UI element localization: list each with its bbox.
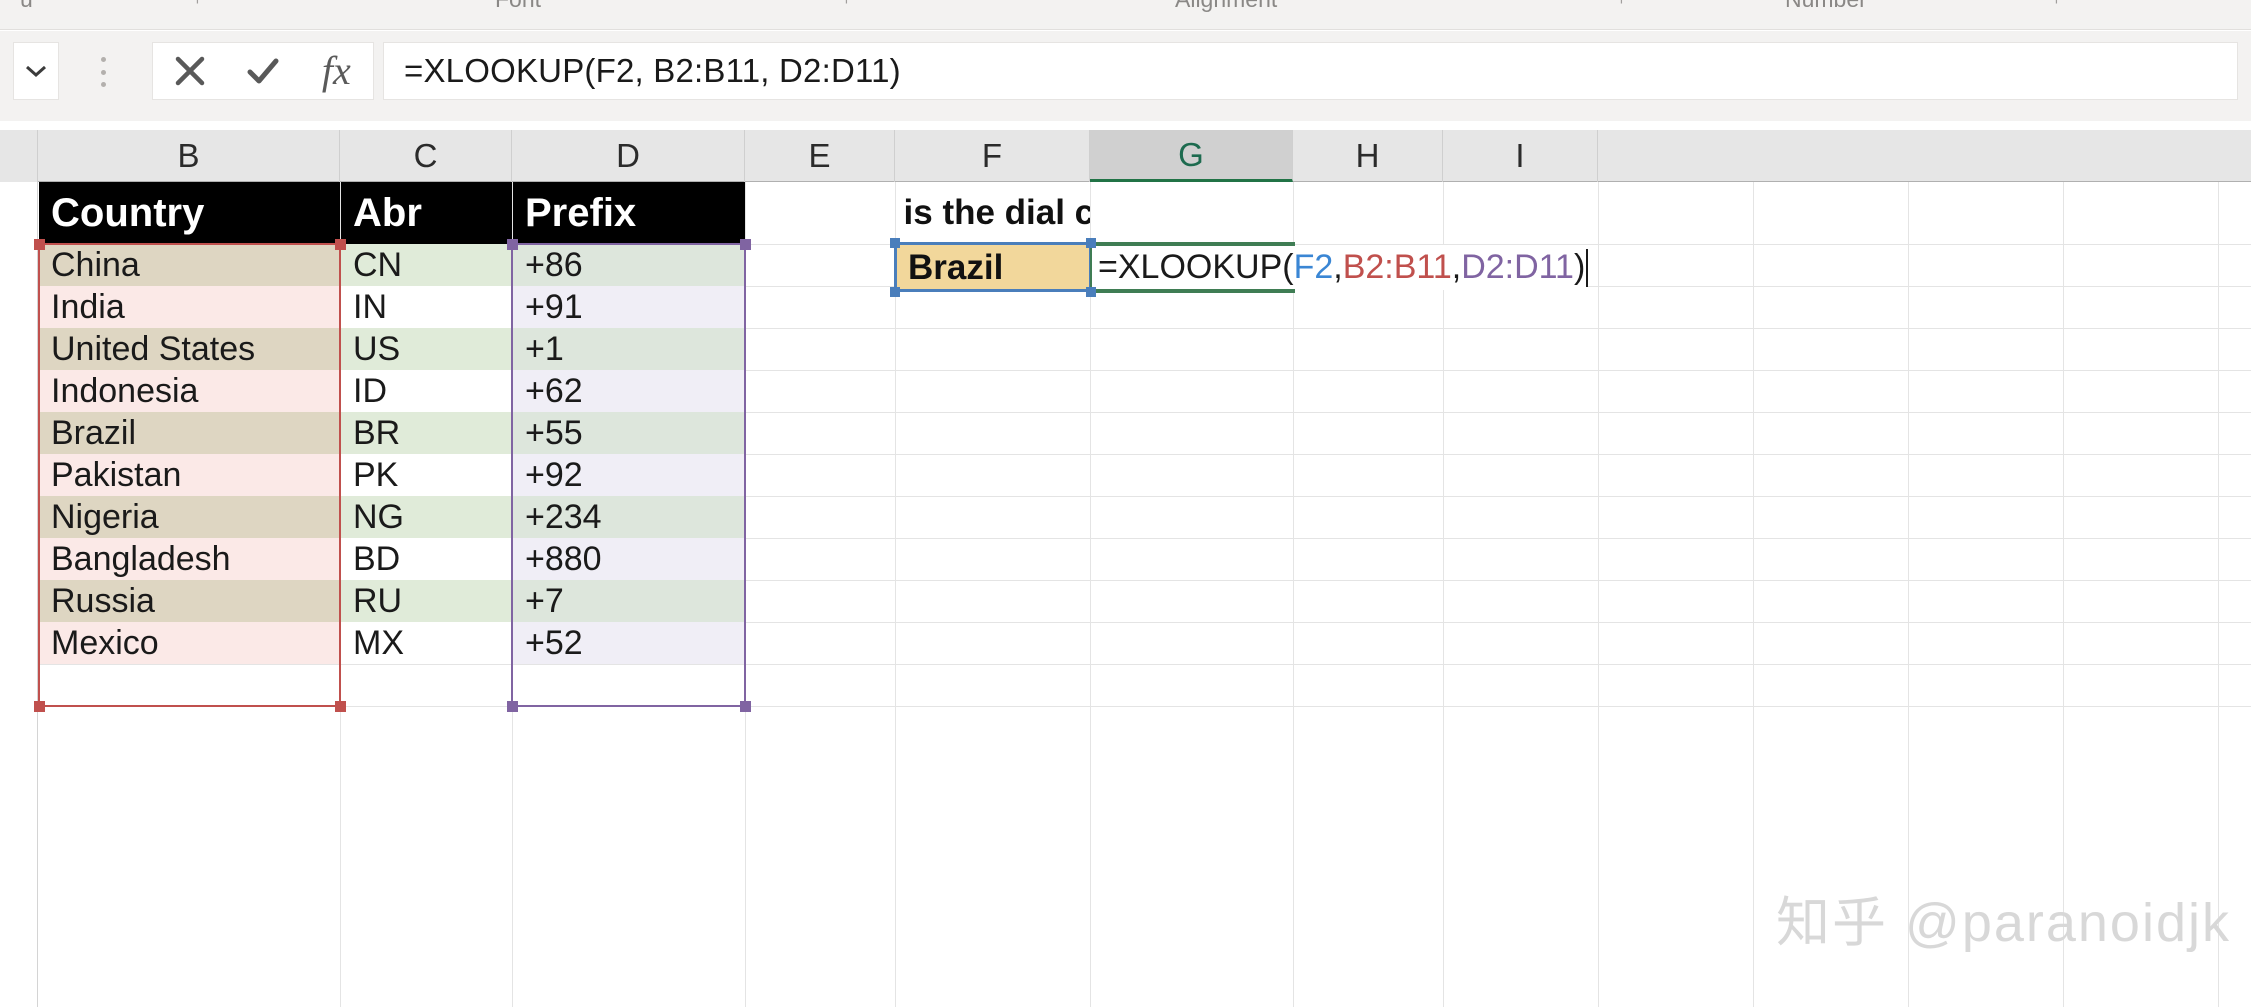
cell-prefix[interactable]: +91 [513,286,745,328]
cell-prefix[interactable]: +92 [513,454,745,496]
cell-prefix[interactable]: +1 [513,328,745,370]
ribbon-bottom-strip: u ⌐ Font ⌐ Alignment ⌐ Number ⌐ [0,0,2251,30]
table-header-abr[interactable]: Abr [341,182,512,244]
worksheet-grid[interactable]: Country Abr Prefix China CN +86 India IN +91 U… [0,182,2251,1007]
gridline-v-lm [2063,182,2064,1007]
cell-country[interactable]: United States [39,328,340,370]
cell-country[interactable]: Indonesia [39,370,340,412]
cell-prefix[interactable]: +234 [513,496,745,538]
selection-handle-f2-tl [890,238,900,248]
cell-prefix[interactable]: +52 [513,622,745,664]
row-header-column [0,182,38,1007]
formula-bar-row: fx =XLOOKUP(F2, B2:B11, D2:D11) [0,31,2251,121]
select-all-corner[interactable] [0,130,38,182]
cell-country[interactable]: Brazil [39,412,340,454]
lookup-question-label[interactable]: What is the dial code? [896,182,1090,244]
gridline-v-gh [1293,182,1294,1007]
enter-button[interactable] [226,43,299,99]
fx-icon: fx [321,48,351,93]
ribbon-group-label-alignment: Alignment [1175,0,1277,13]
cell-abr[interactable]: IN [341,286,512,328]
column-header-I[interactable]: I [1443,130,1598,182]
cell-abr[interactable]: NG [341,496,512,538]
ribbon-group-label-number: Number [1785,0,1867,13]
cell-abr[interactable]: BR [341,412,512,454]
lookup-value-cell-f2[interactable]: Brazil [896,245,1089,290]
formula-token-0: =XLOOKUP( [1098,248,1294,286]
insert-function-button[interactable]: fx [300,43,373,99]
gridline-v-ef [895,182,896,1007]
excel-window: u ⌐ Font ⌐ Alignment ⌐ Number ⌐ [0,0,2251,1007]
formula-token-3: B2:B11 [1342,248,1452,286]
cell-abr[interactable]: RU [341,580,512,622]
dialog-launcher-icon-number[interactable]: ⌐ [2055,0,2065,10]
checkmark-icon [243,51,283,91]
close-icon [170,51,210,91]
cell-country[interactable]: Bangladesh [39,538,340,580]
selection-handle-f2-bl [890,287,900,297]
name-box-dropdown-button[interactable] [13,42,59,100]
chevron-down-icon [25,64,47,78]
selection-handle-f2-tr [1086,238,1096,248]
formula-token-5: D2:D11 [1461,248,1574,286]
formula-token-6: ) [1573,248,1586,286]
formula-token-1: F2 [1293,248,1334,286]
column-header-bar: B C D E F G H I [0,130,2251,182]
cell-abr[interactable]: BD [341,538,512,580]
column-header-H[interactable]: H [1293,130,1443,182]
dialog-launcher-icon-alignment[interactable]: ⌐ [1620,0,1630,10]
dialog-launcher-icon-font2[interactable]: ⌐ [845,0,855,10]
table-header-country[interactable]: Country [39,182,340,244]
cell-abr[interactable]: MX [341,622,512,664]
cell-country[interactable]: India [39,286,340,328]
dialog-launcher-icon-font[interactable]: ⌐ [196,0,206,10]
column-header-E[interactable]: E [745,130,895,182]
gridline-v-ij [1598,182,1599,1007]
cell-abr[interactable]: US [341,328,512,370]
gridline-v-jk [1753,182,1754,1007]
formula-bar-buttons: fx [152,42,374,100]
cell-country[interactable]: Russia [39,580,340,622]
cell-abr[interactable]: CN [341,244,512,286]
text-caret [1586,248,1589,287]
formula-bar-handle[interactable] [98,57,108,87]
watermark: 知乎 @paranoidjk [1776,893,2231,953]
cell-country[interactable]: China [39,244,340,286]
gridline-h-11 [38,664,2251,665]
cell-country[interactable]: Mexico [39,622,340,664]
cell-abr[interactable]: PK [341,454,512,496]
column-header-C[interactable]: C [340,130,512,182]
cell-prefix[interactable]: +7 [513,580,745,622]
cell-prefix[interactable]: +62 [513,370,745,412]
gridline-v-hi [1443,182,1444,1007]
formula-token-2: , [1333,248,1343,286]
gridline-v-de [745,182,746,1007]
cell-prefix[interactable]: +55 [513,412,745,454]
ribbon-group-label-cut: u [20,0,33,13]
column-header-D[interactable]: D [512,130,745,182]
cell-abr[interactable]: ID [341,370,512,412]
gridline-h-12 [38,706,2251,707]
cell-prefix[interactable]: +880 [513,538,745,580]
selection-handle-f2-br [1086,287,1096,297]
cell-country[interactable]: Pakistan [39,454,340,496]
formula-input[interactable]: =XLOOKUP(F2, B2:B11, D2:D11) [383,42,2238,100]
gridline-v-fg [1090,182,1091,1007]
cell-prefix[interactable]: +86 [513,244,745,286]
column-header-B[interactable]: B [38,130,340,182]
gridline-v-mn [2218,182,2219,1007]
column-header-G[interactable]: G [1090,130,1293,182]
ribbon-group-label-font: Font [495,0,541,13]
active-cell-formula-g2[interactable]: =XLOOKUP(F2, B2:B11, D2:D11) [1092,245,1589,290]
gridline-v-kl [1908,182,1909,1007]
column-header-F[interactable]: F [895,130,1090,182]
table-header-prefix[interactable]: Prefix [513,182,745,244]
cancel-button[interactable] [153,43,226,99]
formula-token-4: , [1451,248,1462,286]
cell-country[interactable]: Nigeria [39,496,340,538]
